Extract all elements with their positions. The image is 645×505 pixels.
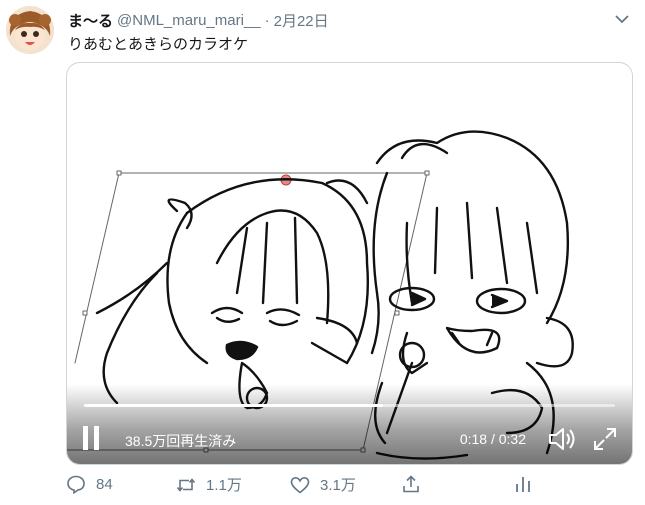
volume-icon[interactable] <box>547 426 577 452</box>
tweet-actions: 84 1.1万 3.1万 <box>66 474 536 498</box>
like-icon <box>290 476 310 494</box>
analytics-button[interactable] <box>513 474 543 494</box>
video-time: 0:18 / 0:32 <box>459 431 526 447</box>
reply-icon <box>67 475 85 494</box>
separator-dot: · <box>264 11 270 29</box>
avatar[interactable] <box>6 6 54 54</box>
reply-count: 84 <box>96 475 113 493</box>
controls-gradient <box>67 384 632 464</box>
tweet-header: ま〜る @NML_maru_mari__ · 2月22日 <box>68 10 329 30</box>
progress-fill <box>84 404 383 407</box>
video-player[interactable]: 38.5万回再生済み 0:18 / 0:32 <box>66 62 633 465</box>
analytics-icon <box>516 477 530 492</box>
like-count: 3.1万 <box>320 477 356 494</box>
chevron-down-icon[interactable] <box>613 10 631 28</box>
pause-icon[interactable] <box>83 426 103 450</box>
tweet-date[interactable]: 2月22日 <box>274 10 329 31</box>
view-count: 38.5万回再生済み <box>125 433 237 449</box>
like-button[interactable]: 3.1万 <box>290 474 356 495</box>
retweet-button[interactable]: 1.1万 <box>176 474 242 495</box>
avatar-image <box>6 6 54 54</box>
share-icon <box>403 475 419 493</box>
display-name[interactable]: ま〜る <box>68 10 113 31</box>
tweet-text: りあむとあきらのカラオケ <box>68 36 249 53</box>
retweet-icon <box>176 477 196 492</box>
progress-bar[interactable] <box>84 404 615 407</box>
fullscreen-icon[interactable] <box>592 426 618 452</box>
share-button[interactable] <box>401 474 431 494</box>
reply-button[interactable]: 84 <box>66 474 113 494</box>
user-handle[interactable]: @NML_maru_mari__ <box>117 12 261 29</box>
retweet-count: 1.1万 <box>206 477 242 494</box>
